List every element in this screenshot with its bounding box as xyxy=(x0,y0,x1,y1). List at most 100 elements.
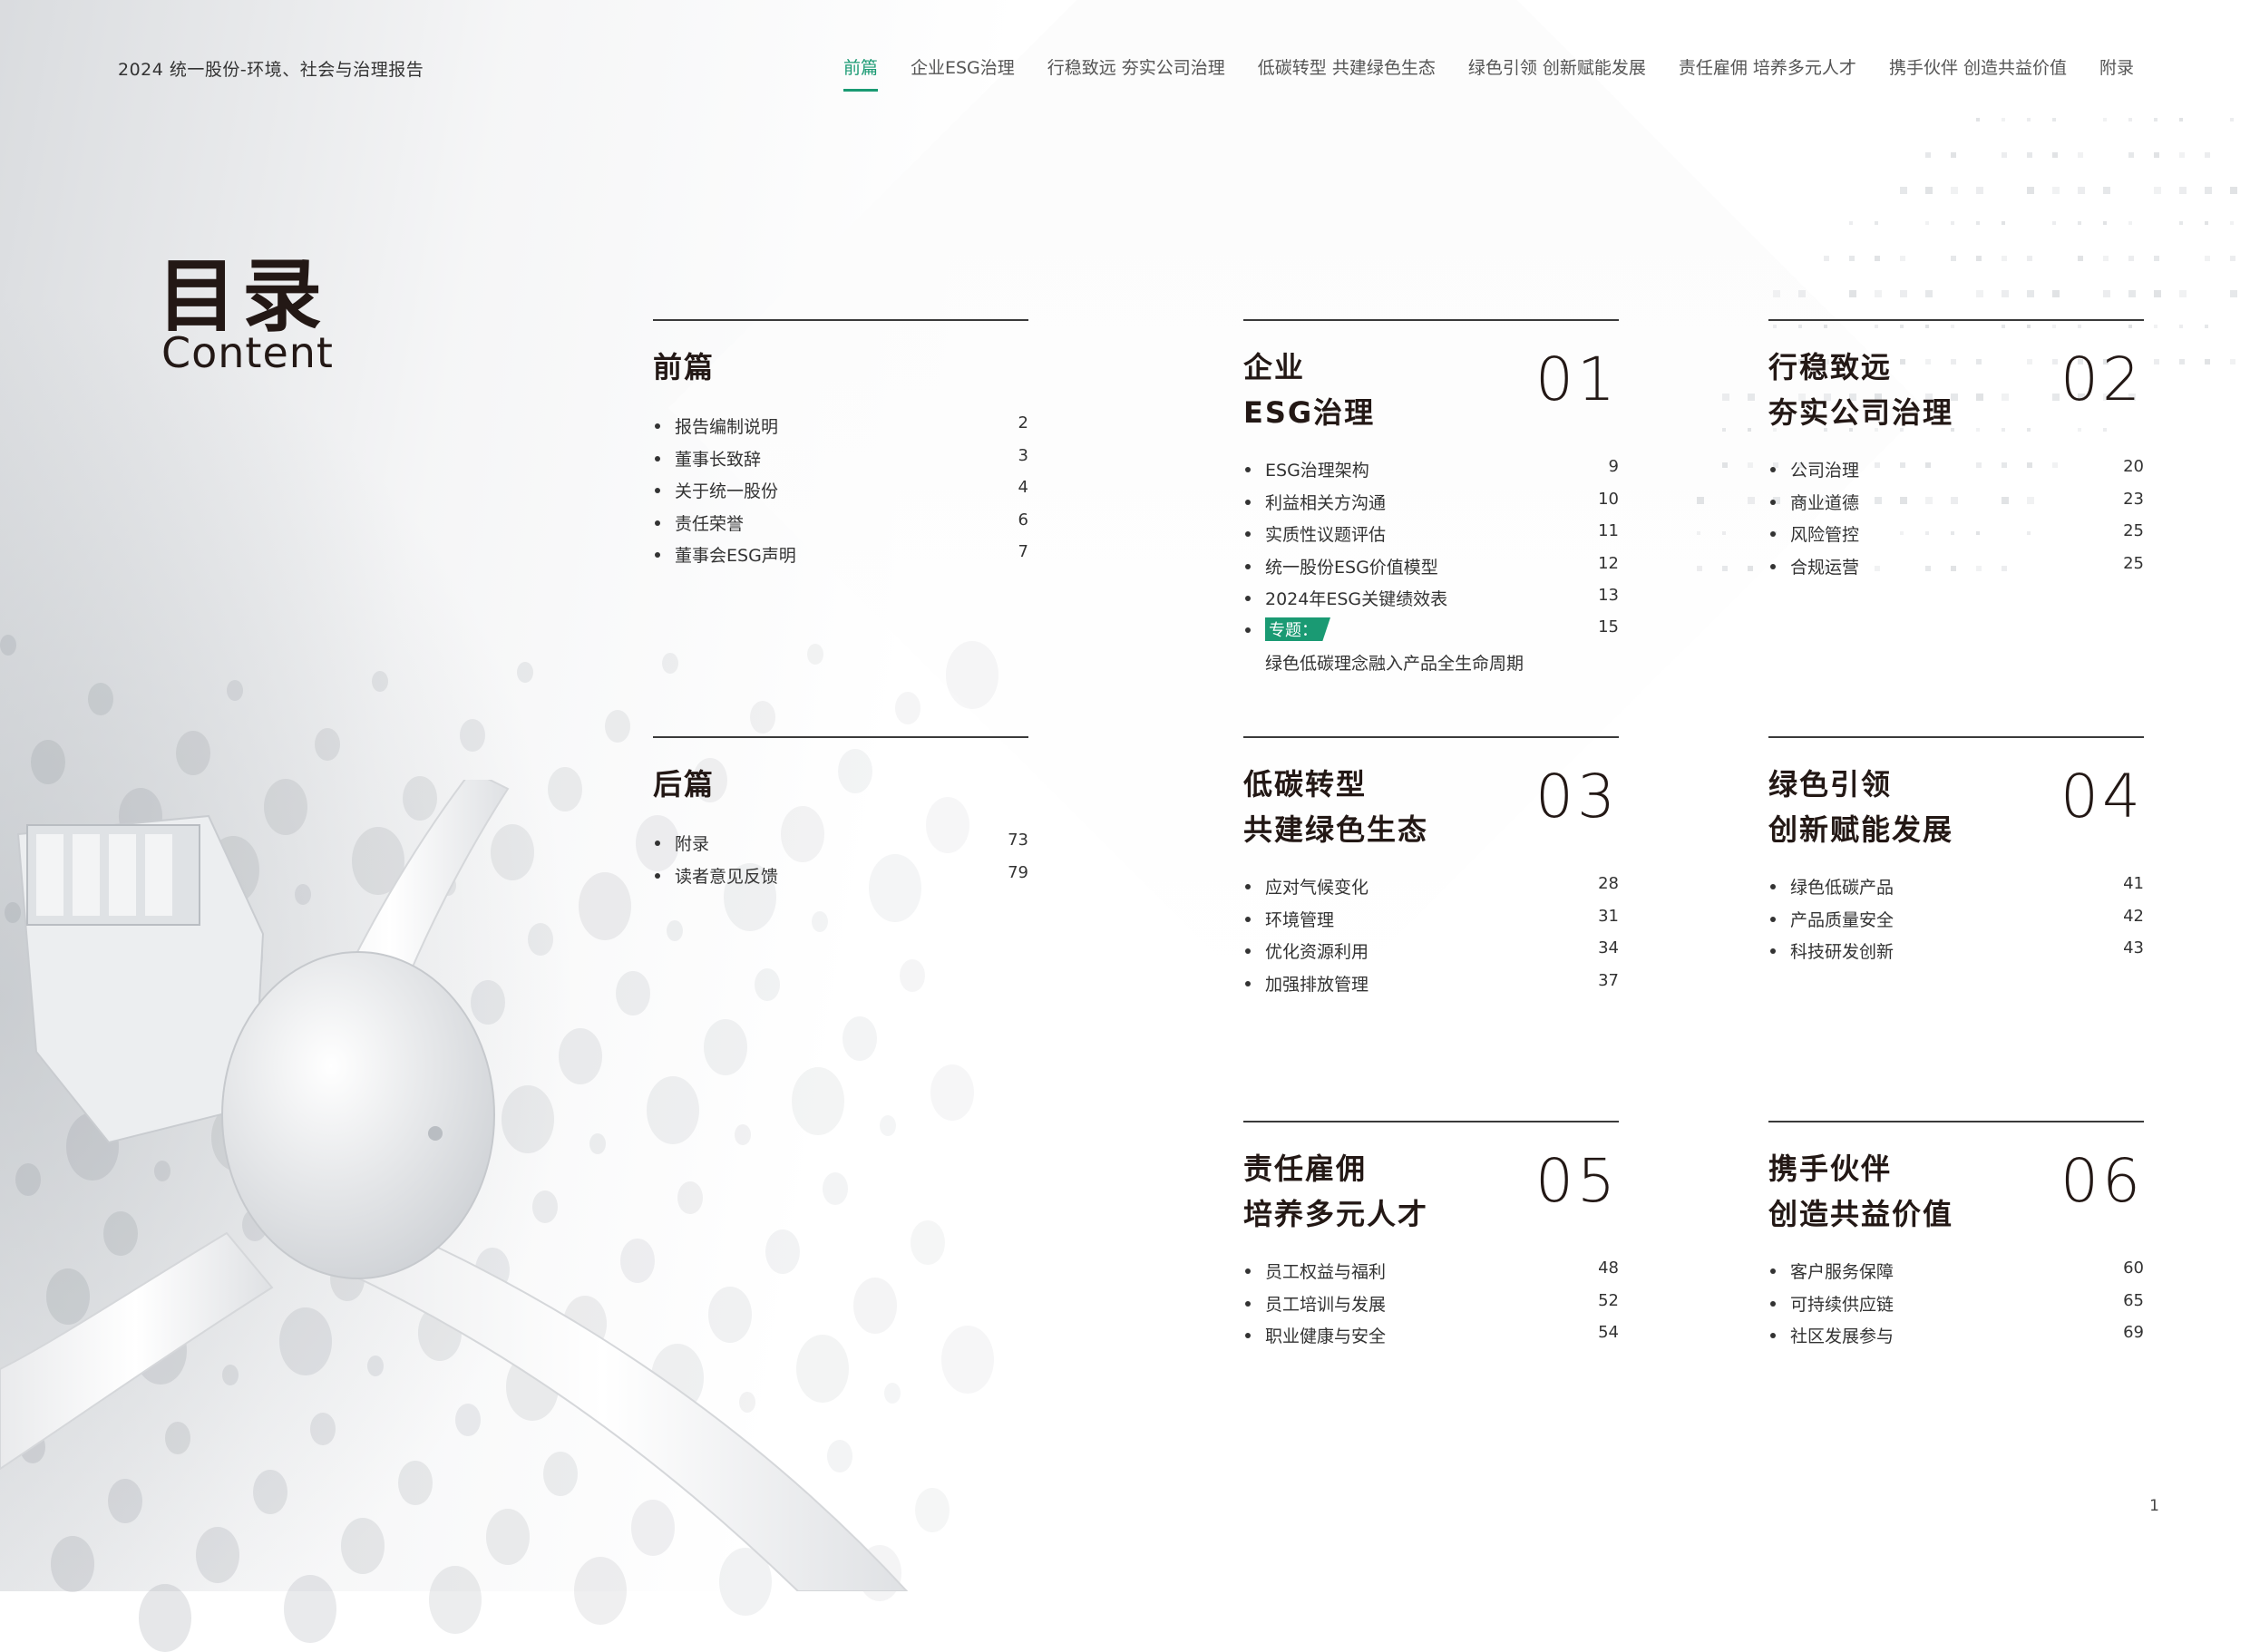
list-item-label: 优化资源利用 xyxy=(1265,942,1369,962)
decorative-dot xyxy=(2205,359,2210,364)
list-item-label: 读者意见反馈 xyxy=(675,866,779,887)
decorative-dot xyxy=(2230,290,2237,297)
section-title-line2: 创新赋能发展 xyxy=(1768,812,1954,847)
decorative-dot xyxy=(2179,290,2187,297)
decorative-dot xyxy=(2230,187,2237,194)
list-item[interactable]: 报告编制说明 2 xyxy=(653,413,1028,446)
decorative-dot xyxy=(2154,256,2159,261)
list-item[interactable]: 实质性议题评估 11 xyxy=(1243,521,1619,554)
list-item-page: 4 xyxy=(1018,478,1028,497)
decorative-dot xyxy=(2179,221,2183,225)
section-items: 员工权益与福利 48 员工培训与发展 52 职业健康与安全 54 xyxy=(1243,1258,1619,1356)
list-item-page: 10 xyxy=(1598,489,1619,509)
decorative-dot xyxy=(2103,221,2107,225)
decorative-dot xyxy=(2027,359,2032,364)
list-item[interactable]: 关于统一股份 4 xyxy=(653,478,1028,510)
nav-item-low-carbon[interactable]: 低碳转型 共建绿色生态 xyxy=(1258,54,1436,92)
list-item-label: ESG治理架构 xyxy=(1265,461,1369,481)
list-item[interactable]: 客户服务保障 60 xyxy=(1768,1258,2144,1291)
decorative-dot xyxy=(2103,428,2107,432)
list-item-label: 责任荣誉 xyxy=(675,513,745,534)
list-item[interactable]: 董事会ESG声明 7 xyxy=(653,542,1028,575)
list-item-special[interactable]: 专题： 绿色低碳理念融入产品全生命周期 15 xyxy=(1243,617,1619,681)
list-item[interactable]: 附录 73 xyxy=(653,831,1028,863)
nav-item-corporate-governance[interactable]: 行稳致远 夯实公司治理 xyxy=(1047,54,1225,92)
tree-texture xyxy=(139,1584,191,1652)
list-item-label: 客户服务保障 xyxy=(1790,1262,1894,1282)
nav-item-esg-governance[interactable]: 企业ESG治理 xyxy=(911,54,1015,92)
list-item-page: 12 xyxy=(1598,553,1619,573)
list-item-page: 3 xyxy=(1018,445,1028,465)
decorative-dot xyxy=(2128,290,2136,297)
decorative-dot xyxy=(2002,256,2007,261)
list-item-label: 加强排放管理 xyxy=(1265,974,1369,995)
list-item[interactable]: 公司治理 20 xyxy=(1768,457,2144,490)
decorative-dot xyxy=(2205,325,2208,328)
toc-subtitle: Content xyxy=(161,328,334,377)
list-item-label: 利益相关方沟通 xyxy=(1265,492,1387,513)
list-item[interactable]: 社区发展参与 69 xyxy=(1768,1323,2144,1356)
section-03: 低碳转型 共建绿色生态 03 应对气候变化 28 环境管理 31 优化资源利用 34 加强排… xyxy=(1243,736,1619,995)
decorative-dot xyxy=(1951,221,1954,225)
nav-item-partners[interactable]: 携手伙伴 创造共益价值 xyxy=(1889,54,2067,92)
nav-item-green-innovation[interactable]: 绿色引领 创新赋能发展 xyxy=(1468,54,1646,92)
list-item[interactable]: 利益相关方沟通 10 xyxy=(1243,490,1619,522)
list-item-label: 统一股份ESG价值模型 xyxy=(1265,557,1438,578)
list-item[interactable]: 可持续供应链 65 xyxy=(1768,1291,2144,1324)
list-item[interactable]: 读者意见反馈 79 xyxy=(653,863,1028,896)
section-number: 05 xyxy=(1535,1146,1619,1216)
decorative-dot xyxy=(2002,118,2005,121)
list-item-page: 2 xyxy=(1018,413,1028,432)
list-item[interactable]: 风险管控 25 xyxy=(1768,521,2144,554)
list-item[interactable]: 责任荣誉 6 xyxy=(653,510,1028,543)
decorative-dot xyxy=(1697,566,1702,571)
nav-item-appendix[interactable]: 附录 xyxy=(2099,54,2134,92)
section-number: 04 xyxy=(2060,762,2144,831)
list-item[interactable]: 职业健康与安全 54 xyxy=(1243,1323,1619,1356)
list-item[interactable]: 环境管理 31 xyxy=(1243,907,1619,939)
decorative-dot xyxy=(1798,325,1802,328)
list-item-page: 7 xyxy=(1018,542,1028,561)
nav-item-employment[interactable]: 责任雇佣 培养多元人才 xyxy=(1679,54,1856,92)
page-number: 1 xyxy=(2149,1497,2159,1515)
list-item-page: 73 xyxy=(1008,831,1028,850)
decorative-dot xyxy=(1976,221,1980,225)
list-item[interactable]: ESG治理架构 9 xyxy=(1243,457,1619,490)
decorative-dot xyxy=(2052,152,2058,158)
list-item[interactable]: 统一股份ESG价值模型 12 xyxy=(1243,554,1619,587)
list-item-label: 社区发展参与 xyxy=(1790,1326,1894,1346)
decorative-dot xyxy=(2230,118,2234,121)
section-title-line1: 行稳致远 xyxy=(1768,350,1893,384)
nav-item-preface[interactable]: 前篇 xyxy=(843,54,878,92)
list-item[interactable]: 优化资源利用 34 xyxy=(1243,938,1619,971)
list-item[interactable]: 合规运营 25 xyxy=(1768,554,2144,587)
decorative-dot xyxy=(2027,428,2031,432)
list-item[interactable]: 董事长致辞 3 xyxy=(653,446,1028,479)
list-item-page: 79 xyxy=(1008,862,1028,882)
decorative-dot xyxy=(2128,118,2132,121)
decorative-dot xyxy=(2052,290,2060,297)
decorative-dot xyxy=(1849,221,1853,225)
list-item[interactable]: 应对气候变化 28 xyxy=(1243,874,1619,907)
decorative-dot xyxy=(2002,325,2005,328)
decorative-dot xyxy=(2128,325,2132,328)
decorative-dot xyxy=(1976,359,1982,364)
list-item[interactable]: 加强排放管理 37 xyxy=(1243,971,1619,1004)
list-item-page: 25 xyxy=(2123,553,2144,573)
decorative-dot xyxy=(2205,256,2210,261)
decorative-dot xyxy=(1951,325,1954,328)
list-item[interactable]: 科技研发创新 43 xyxy=(1768,938,2144,971)
section-title-line2: 共建绿色生态 xyxy=(1243,812,1429,847)
list-item[interactable]: 2024年ESG关键绩效表 13 xyxy=(1243,586,1619,618)
list-item[interactable]: 产品质量安全 42 xyxy=(1768,907,2144,939)
list-item[interactable]: 商业道德 23 xyxy=(1768,490,2144,522)
list-item[interactable]: 绿色低碳产品 41 xyxy=(1768,874,2144,907)
list-item-page: 13 xyxy=(1598,586,1619,605)
list-item[interactable]: 员工培训与发展 52 xyxy=(1243,1291,1619,1324)
section-number: 02 xyxy=(2060,345,2144,414)
list-item[interactable]: 员工权益与福利 48 xyxy=(1243,1258,1619,1291)
decorative-dot xyxy=(2154,359,2159,364)
decorative-dot xyxy=(2179,187,2187,194)
decorative-dot xyxy=(1900,256,1905,261)
section-items: 报告编制说明 2 董事长致辞 3 关于统一股份 4 责任荣誉 6 董事会ESG声明 7 xyxy=(653,413,1028,575)
